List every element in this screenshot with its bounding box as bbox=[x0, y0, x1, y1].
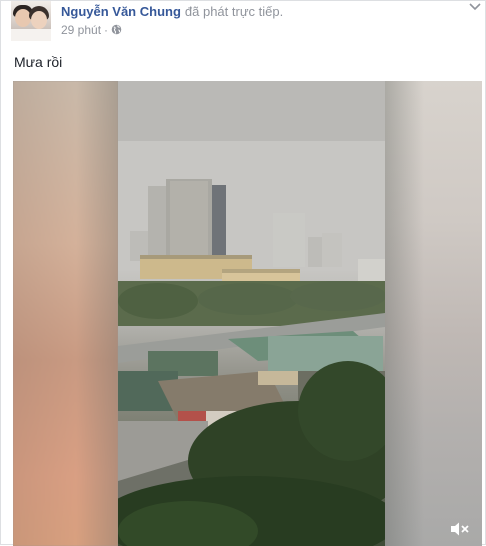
video-frame bbox=[118, 81, 385, 546]
meta-separator: · bbox=[104, 23, 109, 37]
post-header: Nguyễn Văn Chung đã phát trực tiếp. 29 ph… bbox=[11, 1, 481, 41]
mute-icon[interactable] bbox=[449, 521, 471, 537]
post-action-text: đã phát trực tiếp. bbox=[184, 4, 284, 19]
avatar[interactable] bbox=[11, 1, 51, 41]
post-timestamp[interactable]: 29 phút bbox=[61, 23, 101, 37]
video-blur-left bbox=[13, 81, 118, 546]
live-video-post: Nguyễn Văn Chung đã phát trực tiếp. 29 ph… bbox=[0, 0, 486, 546]
globe-icon[interactable] bbox=[111, 24, 122, 35]
post-meta: 29 phút · bbox=[61, 22, 122, 38]
author-name-link[interactable]: Nguyễn Văn Chung bbox=[61, 4, 181, 19]
chevron-down-icon[interactable] bbox=[469, 3, 481, 11]
video-blur-right bbox=[385, 81, 482, 546]
live-video-player[interactable] bbox=[13, 81, 482, 546]
city-rain-scene bbox=[118, 81, 385, 546]
post-title-line: Nguyễn Văn Chung đã phát trực tiếp. bbox=[61, 3, 283, 20]
post-message: Mưa rồi bbox=[14, 54, 63, 70]
